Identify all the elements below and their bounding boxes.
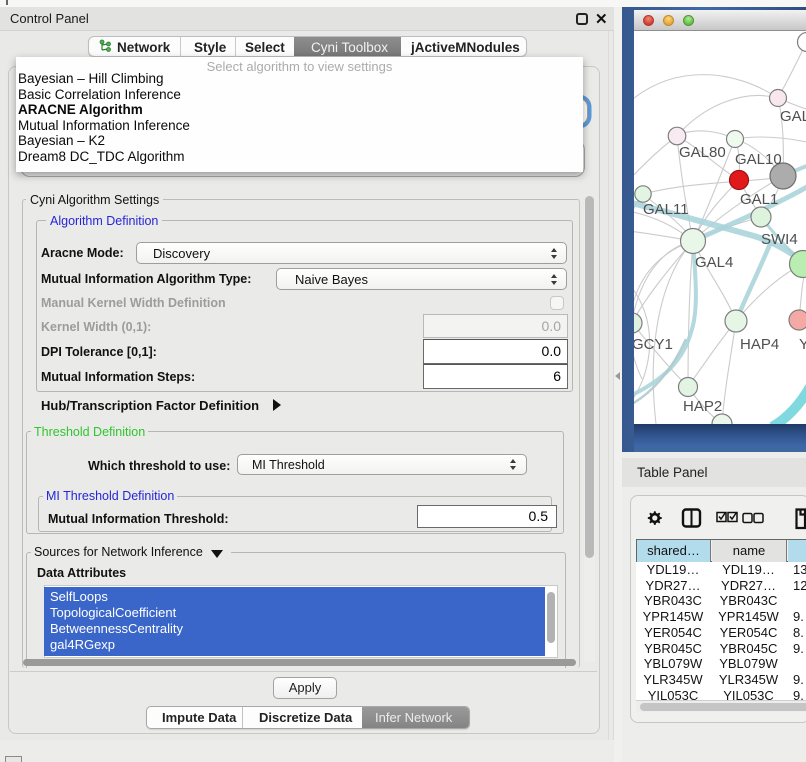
svg-text:GAL80: GAL80 [679,144,726,161]
svg-text:HAP4: HAP4 [740,336,779,353]
svg-text:GCY1: GCY1 [634,336,673,353]
svg-text:GAL1: GAL1 [740,191,778,208]
svg-text:HAP2: HAP2 [683,398,722,415]
svg-text:GAL4: GAL4 [695,254,733,271]
svg-text:Y: Y [799,336,806,353]
svg-text:SWI4: SWI4 [761,231,798,248]
svg-text:GAL11: GAL11 [643,201,689,218]
svg-text:GAL8: GAL8 [780,108,806,125]
svg-text:GAL10: GAL10 [735,151,782,168]
